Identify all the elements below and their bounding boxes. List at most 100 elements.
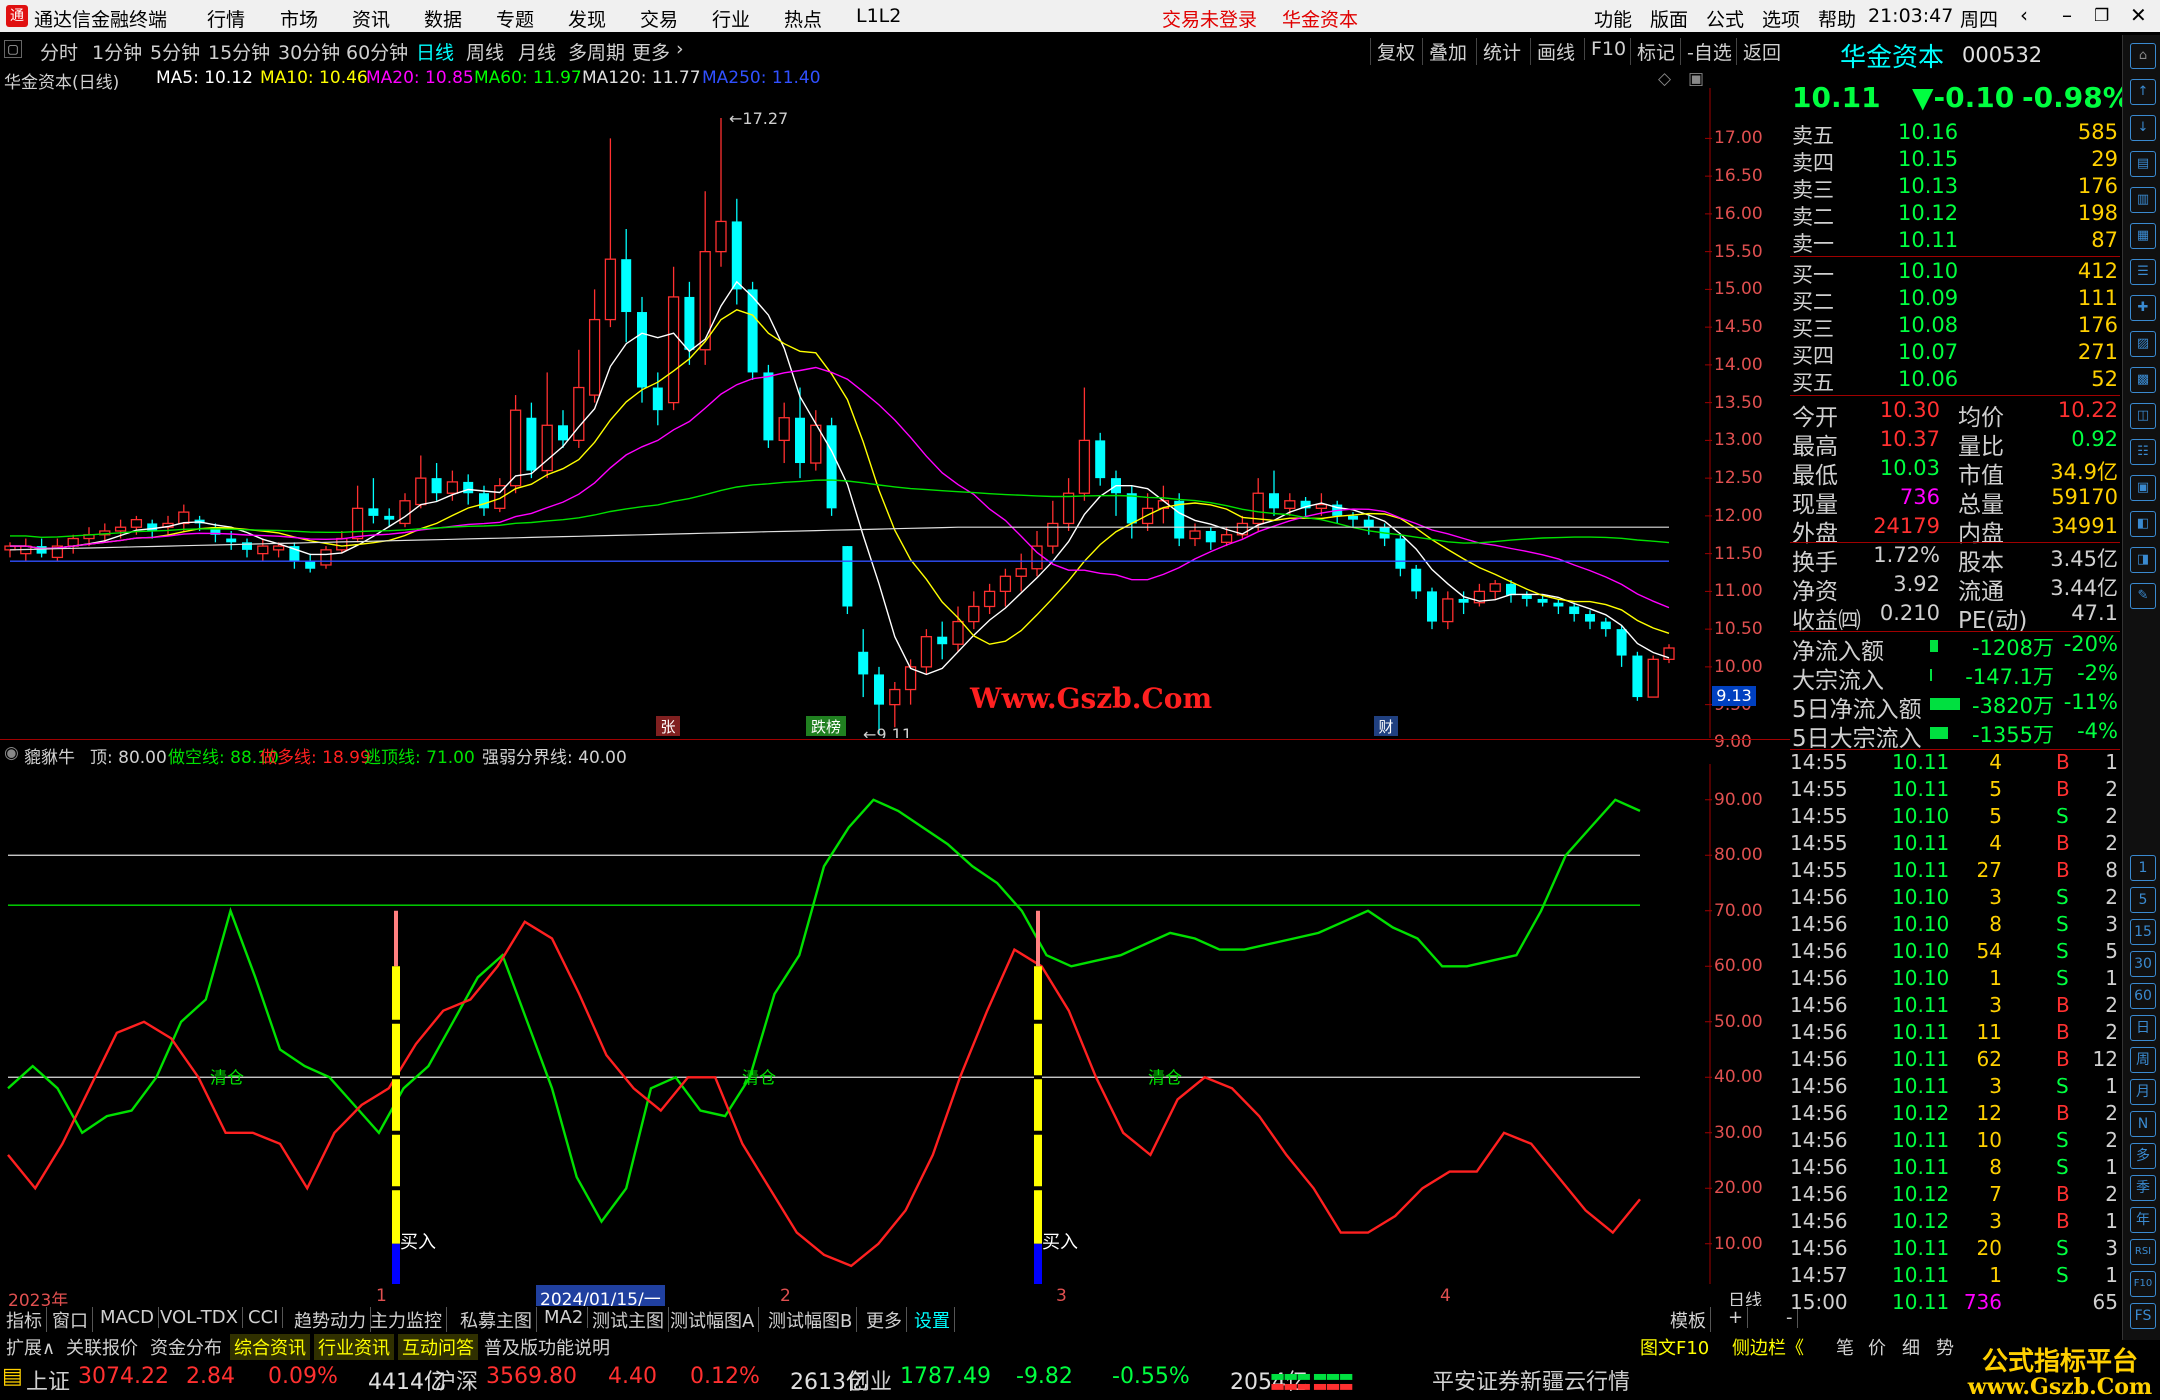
period-8[interactable]: 月线 bbox=[518, 38, 556, 65]
indicator-tab-11[interactable]: 测试幅图B bbox=[764, 1307, 858, 1333]
side-tool-icon[interactable]: ▨ bbox=[2130, 331, 2156, 357]
indicator-tab-1[interactable]: 窗口 bbox=[48, 1307, 93, 1333]
minimize-icon[interactable]: – bbox=[2062, 3, 2072, 27]
side-period-11[interactable]: 年 bbox=[2130, 1207, 2156, 1233]
side-period-9[interactable]: 多 bbox=[2130, 1143, 2156, 1169]
info-tab-right-1[interactable]: 侧边栏《 bbox=[1728, 1334, 1808, 1360]
event-tag-limit[interactable]: 张 bbox=[656, 716, 680, 736]
menu-8[interactable]: 热点 bbox=[784, 5, 822, 32]
side-tool-icon[interactable]: ☰ bbox=[2130, 259, 2156, 285]
tool-5[interactable]: 标记 bbox=[1630, 38, 1675, 65]
menu-0[interactable]: 行情 bbox=[207, 5, 245, 32]
indicator-tab-7[interactable]: 私募主图 bbox=[456, 1307, 537, 1333]
diamond-icon[interactable]: ◇ bbox=[1658, 69, 1671, 89]
order-book-row[interactable]: 卖一 10.11 87 bbox=[1790, 228, 2120, 256]
side-tool-icon[interactable]: ▤ bbox=[2130, 151, 2156, 177]
indicator-tab-3[interactable]: VOL-TDX bbox=[156, 1307, 243, 1328]
tool-1[interactable]: 叠加 bbox=[1422, 38, 1467, 65]
period-5[interactable]: 60分钟 bbox=[346, 38, 408, 65]
period-9[interactable]: 多周期 bbox=[568, 38, 625, 65]
trade-login-status[interactable]: 交易未登录 bbox=[1162, 5, 1257, 32]
right-menu-3[interactable]: 选项 bbox=[1762, 5, 1800, 32]
indicator-tab-13[interactable]: 设置 bbox=[910, 1307, 955, 1333]
order-book-row[interactable]: 买二 10.09 111 bbox=[1790, 286, 2120, 314]
tool-3[interactable]: 画线 bbox=[1530, 38, 1575, 65]
menu-7[interactable]: 行业 bbox=[712, 5, 750, 32]
period-0[interactable]: 分时 bbox=[40, 38, 78, 65]
info-tab-right-2[interactable]: 笔 bbox=[1832, 1334, 1858, 1360]
side-period-7[interactable]: 月 bbox=[2130, 1079, 2156, 1105]
side-tool-icon[interactable]: ✚ bbox=[2130, 295, 2156, 321]
menu-1[interactable]: 市场 bbox=[280, 5, 318, 32]
side-period-12[interactable]: RSI bbox=[2130, 1239, 2156, 1265]
side-period-5[interactable]: 日 bbox=[2130, 1015, 2156, 1041]
info-tab-3[interactable]: 综合资讯 bbox=[230, 1334, 310, 1360]
period-2[interactable]: 5分钟 bbox=[150, 38, 200, 65]
info-tab-1[interactable]: 关联报价 bbox=[62, 1334, 142, 1360]
right-menu-4[interactable]: 帮助 bbox=[1818, 5, 1856, 32]
ticker-menu-icon[interactable]: ▤ bbox=[2, 1364, 23, 1389]
info-tab-0[interactable]: 扩展∧ bbox=[2, 1334, 59, 1360]
period-7[interactable]: 周线 bbox=[466, 38, 504, 65]
candlestick-chart[interactable]: ←17.27 ←9.11 bbox=[0, 88, 1712, 738]
tab-control-0[interactable]: 模板 bbox=[1666, 1307, 1711, 1333]
side-tool-icon[interactable]: ▩ bbox=[2130, 367, 2156, 393]
order-book-row[interactable]: 卖三 10.13 176 bbox=[1790, 174, 2120, 202]
info-tab-right-4[interactable]: 细 bbox=[1898, 1334, 1924, 1360]
side-period-8[interactable]: N bbox=[2130, 1111, 2156, 1137]
side-tool-icon[interactable]: ⌂ bbox=[2130, 43, 2156, 69]
side-tool-icon[interactable]: ☷ bbox=[2130, 439, 2156, 465]
side-period-10[interactable]: 季 bbox=[2130, 1175, 2156, 1201]
period-10[interactable]: 更多 bbox=[632, 38, 670, 65]
menu-2[interactable]: 资讯 bbox=[352, 5, 390, 32]
tool-4[interactable]: F10 bbox=[1584, 38, 1626, 60]
menu-5[interactable]: 发现 bbox=[568, 5, 606, 32]
order-book-row[interactable]: 卖二 10.12 198 bbox=[1790, 201, 2120, 229]
back-icon[interactable]: ‹ bbox=[2020, 3, 2028, 27]
indicator-tab-5[interactable]: 趋势动力 bbox=[290, 1307, 371, 1333]
tool-6[interactable]: -自选 bbox=[1680, 38, 1732, 65]
period-3[interactable]: 15分钟 bbox=[208, 38, 270, 65]
order-book-row[interactable]: 买五 10.06 52 bbox=[1790, 367, 2120, 395]
indicator-tab-9[interactable]: 测试主图 bbox=[588, 1307, 669, 1333]
info-tab-4[interactable]: 行业资讯 bbox=[314, 1334, 394, 1360]
restore-icon[interactable]: ❐ bbox=[2094, 6, 2109, 26]
side-period-4[interactable]: 60 bbox=[2130, 983, 2156, 1009]
order-book-row[interactable]: 买三 10.08 176 bbox=[1790, 313, 2120, 341]
menu-6[interactable]: 交易 bbox=[640, 5, 678, 32]
side-period-14[interactable]: FS bbox=[2130, 1303, 2156, 1329]
menu-9[interactable]: L1L2 bbox=[856, 5, 901, 27]
indicator-toggle-icon[interactable]: ◉ bbox=[4, 743, 19, 763]
side-tool-icon[interactable]: ◨ bbox=[2130, 547, 2156, 573]
side-tool-icon[interactable]: ✎ bbox=[2130, 583, 2156, 609]
side-period-3[interactable]: 30 bbox=[2130, 951, 2156, 977]
info-tab-6[interactable]: 普及版功能说明 bbox=[480, 1334, 614, 1360]
side-period-2[interactable]: 15 bbox=[2130, 919, 2156, 945]
menu-4[interactable]: 专题 bbox=[496, 5, 534, 32]
side-period-13[interactable]: F10 bbox=[2130, 1271, 2156, 1297]
event-tag-drop-list[interactable]: 跌榜 bbox=[806, 716, 846, 736]
right-menu-2[interactable]: 公式 bbox=[1706, 5, 1744, 32]
indicator-tab-0[interactable]: 指标 bbox=[2, 1307, 47, 1333]
order-book-row[interactable]: 买一 10.10 412 bbox=[1790, 259, 2120, 287]
indicator-tab-8[interactable]: MA2 bbox=[540, 1307, 589, 1328]
info-tab-right-5[interactable]: 势 bbox=[1932, 1334, 1958, 1360]
close-icon[interactable]: ✕ bbox=[2130, 3, 2147, 27]
side-tool-icon[interactable]: ◧ bbox=[2130, 511, 2156, 537]
broker-name[interactable]: 华金资本 bbox=[1282, 5, 1358, 32]
order-book-row[interactable]: 买四 10.07 271 bbox=[1790, 340, 2120, 368]
side-period-6[interactable]: 周 bbox=[2130, 1047, 2156, 1073]
order-book-row[interactable]: 卖五 10.16 585 bbox=[1790, 120, 2120, 148]
indicator-tab-6[interactable]: 主力监控 bbox=[366, 1307, 447, 1333]
indicator-tab-4[interactable]: CCI bbox=[244, 1307, 284, 1328]
more-chevron-icon[interactable]: › bbox=[676, 38, 684, 60]
right-menu-1[interactable]: 版面 bbox=[1650, 5, 1688, 32]
collapse-icon[interactable]: ▢ bbox=[4, 40, 22, 58]
side-period-0[interactable]: 1 bbox=[2130, 855, 2156, 881]
info-tab-5[interactable]: 互动问答 bbox=[398, 1334, 478, 1360]
side-tool-icon[interactable]: ◫ bbox=[2130, 403, 2156, 429]
period-6[interactable]: 日线 bbox=[416, 38, 454, 65]
info-tab-right-3[interactable]: 价 bbox=[1864, 1334, 1890, 1360]
side-tool-icon[interactable]: ↓ bbox=[2130, 115, 2156, 141]
indicator-chart[interactable]: 买入 买入 清仓 清仓 清仓 bbox=[0, 764, 1712, 1284]
